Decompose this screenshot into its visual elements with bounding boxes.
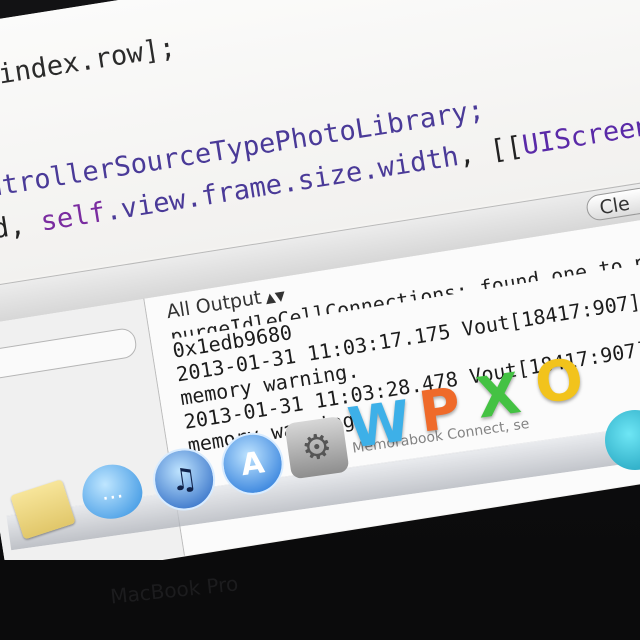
code-class: UIScreen (520, 110, 640, 162)
code-punctuation: , [[ (455, 130, 526, 172)
photo: index.row]; ntrollerSourceTypePhotoLibra… (0, 0, 640, 640)
code-line: index.row]; (0, 32, 178, 91)
laptop-bezel (0, 560, 640, 640)
powerpoint-icon[interactable]: P (408, 375, 472, 446)
word-icon[interactable]: W (344, 388, 414, 461)
code-keyword: self (38, 196, 108, 238)
system-preferences-icon[interactable]: ⚙ (284, 415, 350, 480)
search-input[interactable] (0, 326, 139, 381)
outlook-icon[interactable]: O (527, 346, 591, 417)
clear-console-button[interactable]: Cle (584, 182, 640, 223)
code-text: index.row]; (0, 31, 178, 91)
code-punctuation: d, (0, 209, 28, 246)
excel-icon[interactable]: X (466, 360, 530, 431)
updown-arrows-icon: ▲▼ (264, 288, 287, 307)
